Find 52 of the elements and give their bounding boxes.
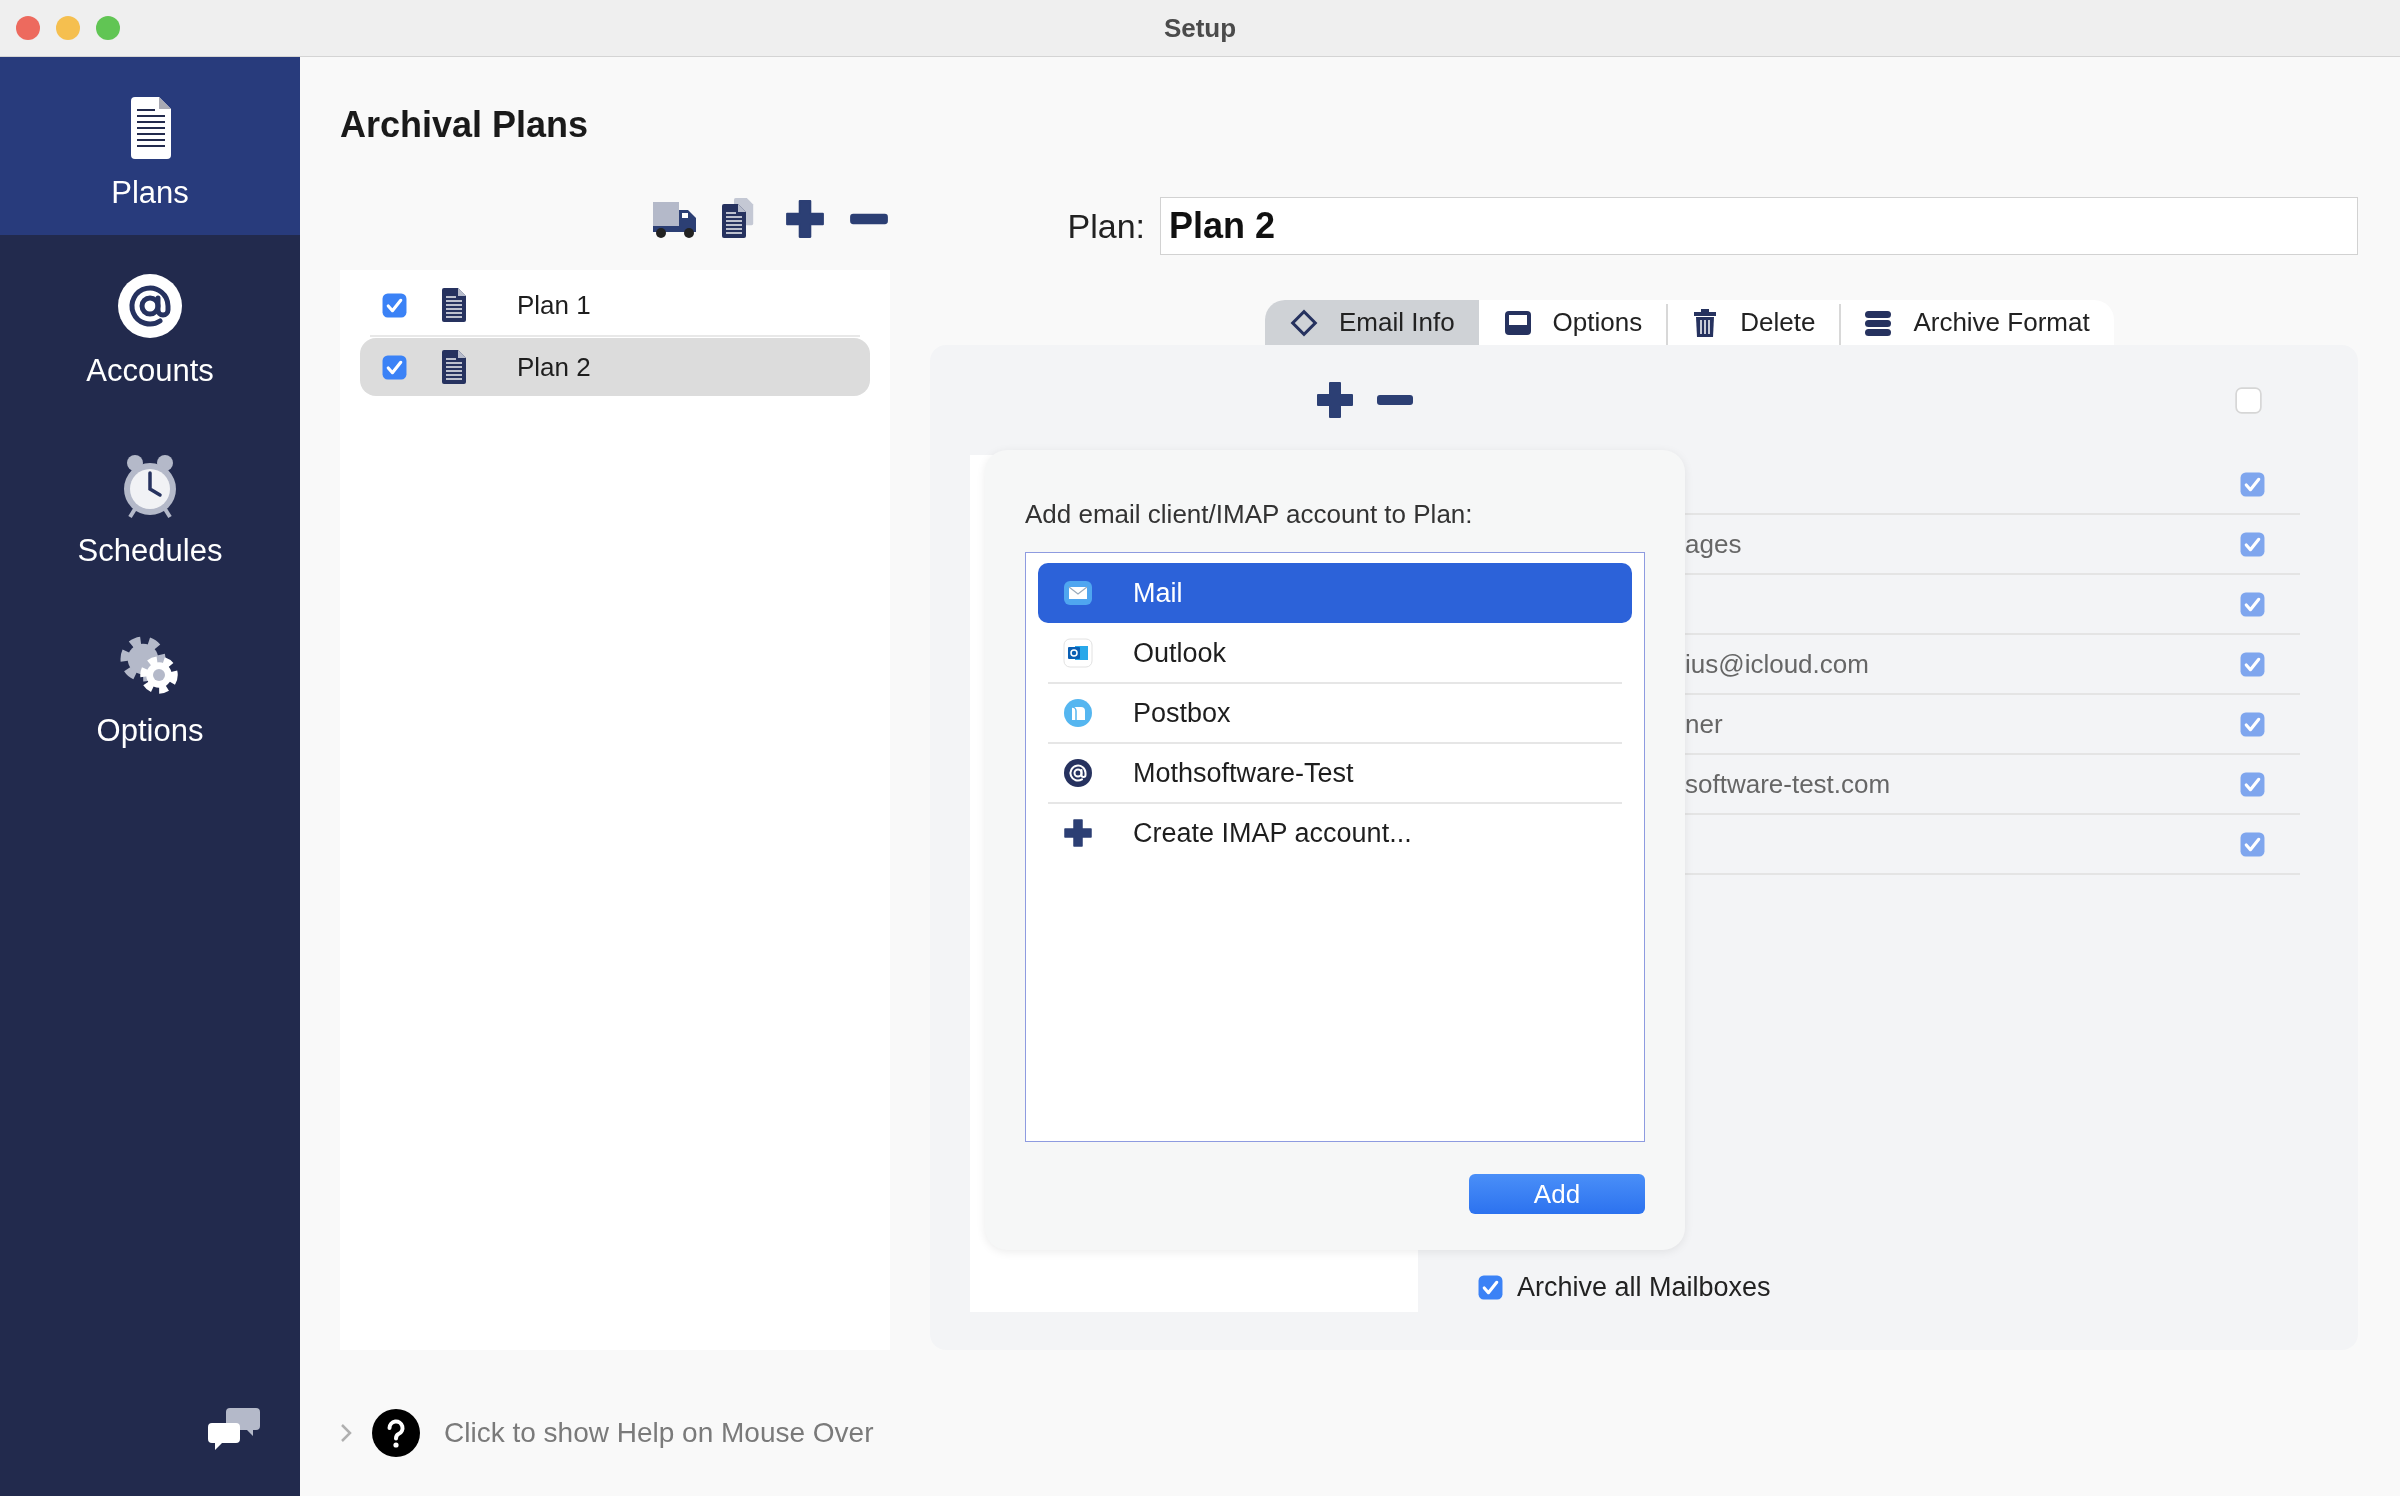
checkbox[interactable] xyxy=(2240,831,2265,857)
sidebar-item[interactable]: Schedules xyxy=(0,415,300,595)
checkbox[interactable] xyxy=(2240,591,2265,617)
checkbox[interactable] xyxy=(2240,531,2265,557)
help-icon[interactable] xyxy=(372,1408,420,1457)
window-title: Setup xyxy=(1163,12,1237,43)
account-name: ages xyxy=(1685,528,1742,560)
list-item[interactable]: Outlook xyxy=(1038,623,1632,683)
list-item[interactable]: Postbox xyxy=(1038,683,1632,743)
page-title: Archival Plans xyxy=(340,103,589,147)
checkbox[interactable] xyxy=(2240,771,2265,797)
document-icon xyxy=(441,350,467,384)
selected-list-row[interactable]: Plan 2 xyxy=(360,338,870,396)
checkbox[interactable] xyxy=(2240,651,2265,677)
plan-name-field[interactable]: Plan 2 xyxy=(1160,197,2358,255)
document-icon xyxy=(441,288,467,322)
checkbox[interactable] xyxy=(1478,1274,1503,1300)
list-row[interactable]: Plan 1 xyxy=(360,276,870,334)
list-item[interactable]: Create IMAP account... xyxy=(1038,803,1632,863)
checkbox[interactable] xyxy=(382,292,407,318)
diamond-icon xyxy=(1289,307,1319,338)
plus-icon xyxy=(1063,818,1093,848)
at-sign-icon xyxy=(1063,758,1093,788)
plus-icon[interactable] xyxy=(1315,380,1355,420)
zoom-button[interactable] xyxy=(96,16,120,40)
plus-icon[interactable] xyxy=(784,198,826,240)
sidebar-item[interactable]: Options xyxy=(0,595,300,775)
checkbox[interactable] xyxy=(382,354,407,380)
checkbox[interactable] xyxy=(2240,471,2265,497)
checkbox[interactable] xyxy=(2235,386,2262,414)
sidebar-item[interactable]: Plans xyxy=(0,57,300,235)
help-text[interactable]: Click to show Help on Mouse Over xyxy=(444,1416,874,1449)
account-name: software-test.com xyxy=(1685,768,1891,800)
account-name: ius@icloud.com xyxy=(1685,648,1869,680)
at-sign-icon xyxy=(115,271,185,341)
chevron-icon[interactable] xyxy=(340,1422,352,1443)
field-label: Plan: xyxy=(1066,206,1146,246)
account-name: ner xyxy=(1685,708,1723,740)
tab[interactable]: Archive Format xyxy=(1839,300,2114,345)
minimize-button[interactable] xyxy=(56,16,80,40)
checkbox[interactable] xyxy=(2240,711,2265,737)
list-item[interactable]: Mothsoftware-Test xyxy=(1038,743,1632,803)
list-item[interactable]: Mail xyxy=(1038,563,1632,623)
checkbox-label: Archive all Mailboxes xyxy=(1517,1271,1771,1303)
add-button[interactable]: Add xyxy=(1469,1174,1645,1214)
mailbox-icon xyxy=(1063,698,1093,728)
tab[interactable]: Delete xyxy=(1666,300,1840,345)
tab[interactable]: Email Info xyxy=(1265,300,1479,345)
sidebar-item[interactable]: Accounts xyxy=(0,235,300,415)
tab[interactable]: Options xyxy=(1478,300,1667,345)
close-button[interactable] xyxy=(16,16,40,40)
popover-prompt: Add email client/IMAP account to Plan: xyxy=(1025,498,1473,530)
